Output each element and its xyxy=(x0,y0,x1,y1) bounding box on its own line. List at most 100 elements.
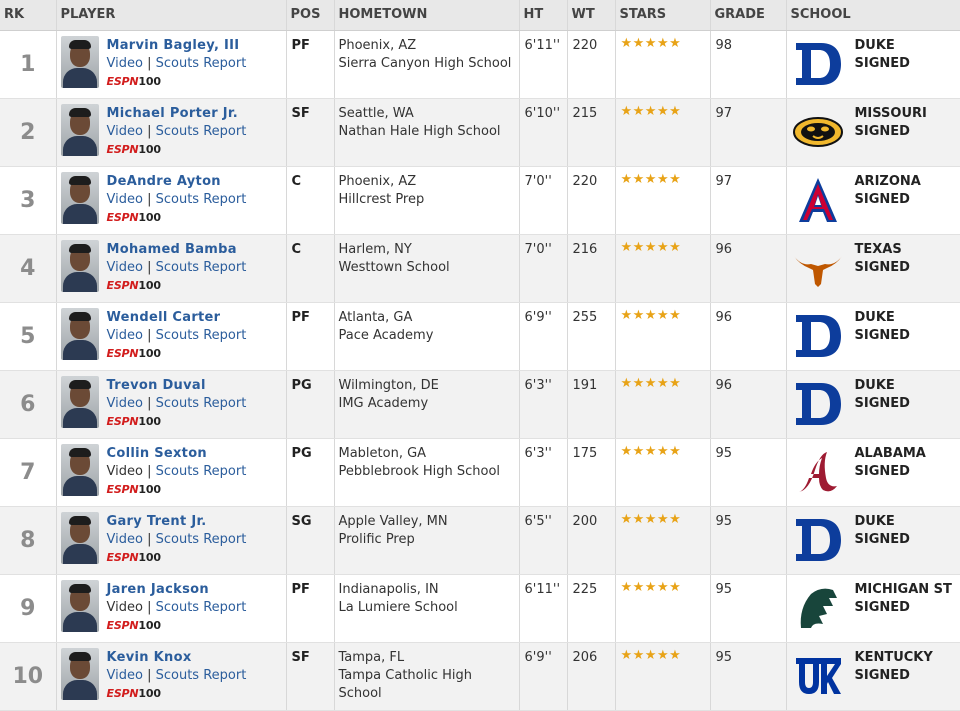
scouts-report-link[interactable]: Scouts Report xyxy=(156,192,247,207)
col-rank-header[interactable]: RK xyxy=(0,0,56,31)
missouri-logo[interactable] xyxy=(792,108,843,156)
player-name-link[interactable]: Collin Sexton xyxy=(107,446,208,461)
player-headshot[interactable] xyxy=(60,443,99,496)
high-school: Sierra Canyon High School xyxy=(338,55,512,71)
col-school-header[interactable]: SCHOOL xyxy=(785,0,960,31)
position: PF xyxy=(285,574,334,643)
player-name-link[interactable]: Michael Porter Jr. xyxy=(107,106,239,121)
video-link[interactable]: Video xyxy=(107,532,143,547)
col-hometown-header[interactable]: HOMETOWN xyxy=(333,0,519,31)
player-name-link[interactable]: Marvin Bagley, III xyxy=(107,38,240,53)
video-link[interactable]: Video xyxy=(107,124,143,139)
signing-status: SIGNED xyxy=(854,667,910,683)
scouts-report-link[interactable]: Scouts Report xyxy=(156,328,247,343)
duke-logo[interactable] xyxy=(793,380,843,428)
duke-logo[interactable] xyxy=(793,40,843,88)
height: 6'11'' xyxy=(518,30,567,99)
video-link[interactable]: Video xyxy=(107,56,143,71)
player-name-link[interactable]: Mohamed Bamba xyxy=(107,242,237,257)
high-school: Prolific Prep xyxy=(338,531,415,547)
player-headshot[interactable] xyxy=(60,647,99,700)
video-link[interactable]: Video xyxy=(107,192,143,207)
scouts-report-link[interactable]: Scouts Report xyxy=(156,464,247,479)
player-cell: Michael Porter Jr. Video | Scouts Report… xyxy=(55,98,286,167)
high-school: IMG Academy xyxy=(338,395,429,411)
star-icons: ★★★★★ xyxy=(620,239,682,255)
scouts-report-link[interactable]: Scouts Report xyxy=(156,260,247,275)
col-weight-header[interactable]: WT xyxy=(566,0,615,31)
video-link[interactable]: Video xyxy=(107,396,143,411)
rank-number: 3 xyxy=(0,166,56,235)
hometown-city: Tampa, FL xyxy=(338,649,405,665)
hometown-city: Atlanta, GA xyxy=(338,309,413,325)
hometown-city: Indianapolis, IN xyxy=(338,581,439,597)
col-player-header[interactable]: PLAYER xyxy=(55,0,286,31)
height: 6'11'' xyxy=(518,574,567,643)
school-name: DUKE xyxy=(854,513,895,529)
player-headshot[interactable] xyxy=(60,579,99,632)
texas-logo[interactable] xyxy=(793,244,843,292)
school-cell: MICHIGAN ST SIGNED xyxy=(785,574,960,643)
stars-rating: ★★★★★ xyxy=(614,370,710,439)
michigan-state-logo[interactable] xyxy=(793,584,843,632)
col-pos-header[interactable]: POS xyxy=(285,0,334,31)
hometown: Phoenix, AZ Sierra Canyon High School xyxy=(333,30,519,99)
height: 6'5'' xyxy=(518,506,567,575)
scouts-report-link[interactable]: Scouts Report xyxy=(156,56,247,71)
player-cell: Jaren Jackson Video | Scouts Report ESPN… xyxy=(55,574,286,643)
col-stars-header[interactable]: STARS xyxy=(614,0,710,31)
alabama-logo[interactable] xyxy=(793,448,843,496)
video-link[interactable]: Video xyxy=(107,328,143,343)
grade: 97 xyxy=(709,166,786,235)
scouts-report-link[interactable]: Scouts Report xyxy=(156,532,247,547)
hometown-city: Apple Valley, MN xyxy=(338,513,448,529)
player-cell: Gary Trent Jr. Video | Scouts Report ESP… xyxy=(55,506,286,575)
player-headshot[interactable] xyxy=(60,307,99,360)
duke-logo[interactable] xyxy=(793,312,843,360)
player-headshot[interactable] xyxy=(60,103,99,156)
link-separator: | xyxy=(147,599,152,615)
stars-rating: ★★★★★ xyxy=(614,642,710,711)
player-name-link[interactable]: Gary Trent Jr. xyxy=(107,514,207,529)
player-name-link[interactable]: DeAndre Ayton xyxy=(107,174,221,189)
high-school: Tampa Catholic High School xyxy=(338,667,473,701)
star-icons: ★★★★★ xyxy=(620,579,682,595)
school-name: MISSOURI xyxy=(854,105,927,121)
scouts-report-link[interactable]: Scouts Report xyxy=(156,600,247,615)
kentucky-logo[interactable] xyxy=(793,652,843,700)
player-headshot[interactable] xyxy=(60,239,99,292)
player-headshot[interactable] xyxy=(60,171,99,224)
player-headshot[interactable] xyxy=(60,511,99,564)
duke-logo[interactable] xyxy=(793,516,843,564)
player-links: Video | Scouts Report xyxy=(107,667,247,685)
video-link[interactable]: Video xyxy=(107,668,143,683)
player-name-link[interactable]: Kevin Knox xyxy=(107,650,192,665)
player-name-link[interactable]: Trevon Duval xyxy=(107,378,206,393)
player-cell: Wendell Carter Video | Scouts Report ESP… xyxy=(55,302,286,371)
hometown: Wilmington, DE IMG Academy xyxy=(333,370,519,439)
scouts-report-link[interactable]: Scouts Report xyxy=(156,124,247,139)
player-name-link[interactable]: Jaren Jackson xyxy=(107,582,209,597)
school-name: KENTUCKY xyxy=(854,649,933,665)
player-headshot[interactable] xyxy=(60,375,99,428)
header-row: RK PLAYER POS HOMETOWN HT WT STARS GRADE… xyxy=(0,0,960,31)
signing-status: SIGNED xyxy=(854,123,910,139)
col-height-header[interactable]: HT xyxy=(518,0,567,31)
video-link[interactable]: Video xyxy=(107,260,143,275)
col-grade-header[interactable]: GRADE xyxy=(709,0,786,31)
weight: 220 xyxy=(566,30,615,99)
hometown: Seattle, WA Nathan Hale High School xyxy=(333,98,519,167)
school-name: TEXAS xyxy=(854,241,902,257)
signing-status: SIGNED xyxy=(854,599,910,615)
player-links: Video | Scouts Report xyxy=(107,123,247,141)
rank-number: 4 xyxy=(0,234,56,303)
arizona-logo[interactable] xyxy=(793,176,843,224)
scouts-report-link[interactable]: Scouts Report xyxy=(156,668,247,683)
player-name-link[interactable]: Wendell Carter xyxy=(107,310,221,325)
player-cell: DeAndre Ayton Video | Scouts Report ESPN… xyxy=(55,166,286,235)
player-headshot[interactable] xyxy=(60,35,99,88)
position: SF xyxy=(285,642,334,711)
scouts-report-link[interactable]: Scouts Report xyxy=(156,396,247,411)
school-cell: ALABAMA SIGNED xyxy=(785,438,960,507)
hometown-city: Phoenix, AZ xyxy=(338,37,417,53)
